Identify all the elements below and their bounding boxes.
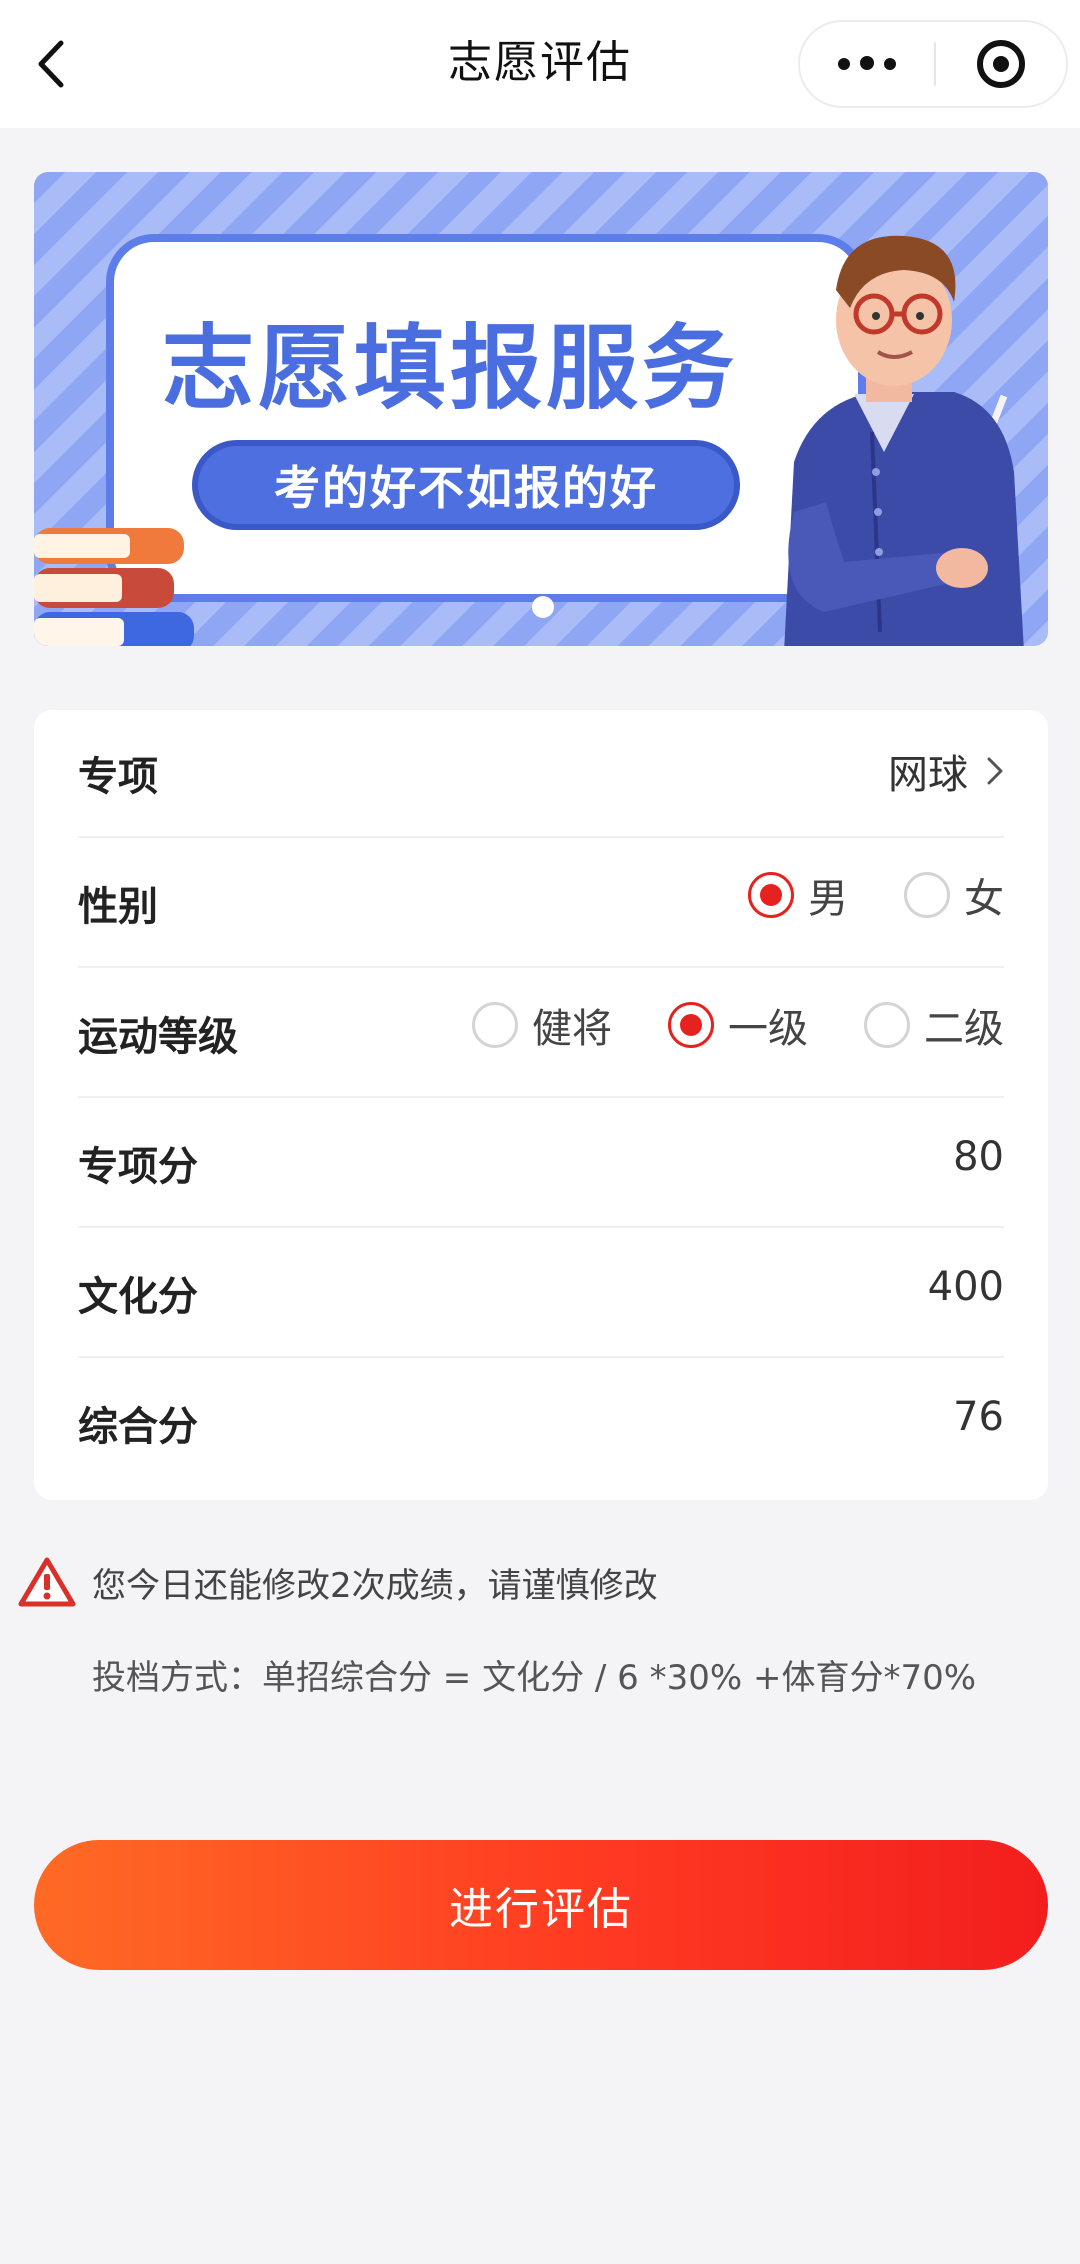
radio-selected-icon: [668, 1002, 714, 1048]
specialty-picker[interactable]: 网球: [888, 742, 1004, 800]
radio-unselected-icon: [472, 1002, 518, 1048]
books-illustration: [34, 528, 194, 646]
radio-label: 健将: [532, 1006, 612, 1052]
radio-unselected-icon: [904, 872, 950, 918]
target-close-icon: [977, 40, 1025, 88]
edit-limit-notice: 您今日还能修改2次成绩，请谨慎修改: [18, 1556, 658, 1608]
banner-slogan: 考的好不如报的好: [192, 440, 740, 530]
more-button[interactable]: [800, 22, 934, 106]
radio-label: 男: [808, 876, 848, 922]
chevron-right-icon: [987, 757, 1003, 785]
total-score-label: 综合分: [78, 1404, 198, 1450]
evaluate-button[interactable]: 进行评估: [34, 1840, 1048, 1970]
navigation-bar: 志愿评估: [0, 0, 1080, 128]
level-row: 运动等级 健将 一级 二级: [78, 970, 1004, 1098]
level-option-master[interactable]: 健将: [472, 996, 612, 1054]
specialty-row[interactable]: 专项 网球: [78, 710, 1004, 838]
form-card: 专项 网球 性别 男 女 运动等级 健将 一级 二级 专项分 80 文化分 40…: [34, 710, 1048, 1500]
promo-banner[interactable]: 志愿填报服务 考的好不如报的好: [34, 172, 1048, 646]
gender-row: 性别 男 女: [78, 840, 1004, 968]
teacher-illustration: [784, 235, 1024, 646]
gender-option-female[interactable]: 女: [904, 866, 1004, 924]
radio-label: 一级: [728, 1006, 808, 1052]
radio-unselected-icon: [864, 1002, 910, 1048]
specialty-value: 网球: [888, 752, 968, 798]
specialty-label: 专项: [78, 754, 158, 800]
banner-title: 志愿填报服务: [161, 315, 738, 422]
warning-triangle-icon: [18, 1557, 76, 1607]
gender-radio-group: 男 女: [748, 866, 1004, 924]
culture-score-value[interactable]: 400: [928, 1264, 1004, 1310]
gender-label: 性别: [78, 884, 158, 930]
mini-program-capsule: [798, 20, 1068, 108]
specialty-score-label: 专项分: [78, 1144, 198, 1190]
notice-text: 您今日还能修改2次成绩，请谨慎修改: [92, 1565, 658, 1606]
score-formula-text: 投档方式：单招综合分 = 文化分 / 6 *30% +体育分*70%: [92, 1658, 977, 1698]
culture-score-row[interactable]: 文化分 400: [78, 1230, 1004, 1358]
level-option-second[interactable]: 二级: [864, 996, 1004, 1054]
gender-option-male[interactable]: 男: [748, 866, 848, 924]
level-label: 运动等级: [78, 1014, 238, 1060]
radio-label: 二级: [924, 1006, 1004, 1052]
radio-selected-icon: [748, 872, 794, 918]
total-score-row: 综合分 76: [78, 1360, 1004, 1488]
specialty-score-value[interactable]: 80: [953, 1134, 1004, 1180]
specialty-score-row[interactable]: 专项分 80: [78, 1100, 1004, 1228]
culture-score-label: 文化分: [78, 1274, 198, 1320]
radio-label: 女: [964, 876, 1004, 922]
carousel-indicator[interactable]: [532, 596, 554, 618]
level-option-first[interactable]: 一级: [668, 996, 808, 1054]
total-score-value: 76: [953, 1394, 1004, 1440]
close-button[interactable]: [936, 22, 1066, 106]
more-dots-icon: [833, 55, 901, 74]
level-radio-group: 健将 一级 二级: [472, 996, 1004, 1054]
